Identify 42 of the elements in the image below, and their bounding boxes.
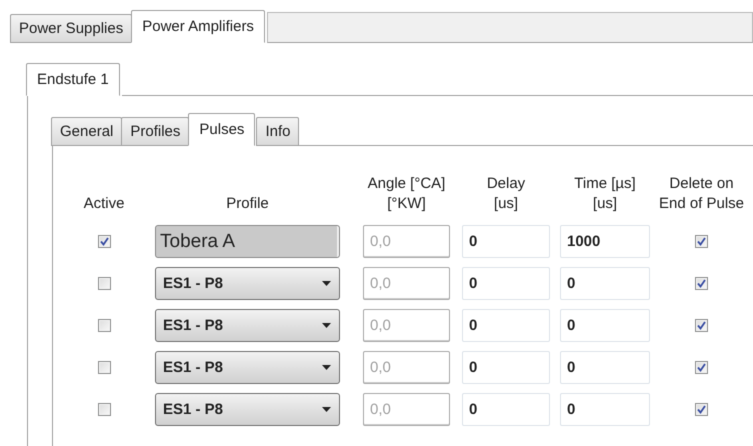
- delay-field[interactable]: 0: [462, 393, 550, 426]
- column-header: Angle [°CA] [°KW]: [366, 174, 446, 214]
- delay-field[interactable]: 0: [462, 309, 550, 342]
- time-field[interactable]: 0: [560, 267, 650, 300]
- caret-icon: [322, 365, 331, 370]
- column-header: Active: [82, 194, 126, 214]
- tab[interactable]: Info: [256, 117, 300, 146]
- checkbox[interactable]: [98, 277, 110, 290]
- tab[interactable]: Power Supplies: [10, 14, 132, 43]
- checkbox[interactable]: [98, 235, 110, 248]
- column-header: Delete on End of Pulse: [658, 174, 746, 214]
- caret-icon: [322, 281, 331, 286]
- column-header: Delay [us]: [486, 174, 526, 214]
- checkbox[interactable]: [98, 361, 110, 374]
- profile-dropdown[interactable]: ES1 - P8: [155, 267, 340, 300]
- checkbox[interactable]: [695, 361, 708, 374]
- caret-icon: [322, 323, 331, 328]
- tab[interactable]: Profiles: [121, 117, 190, 146]
- checkbox[interactable]: [695, 235, 708, 248]
- delay-field[interactable]: 0: [462, 225, 550, 258]
- delay-field[interactable]: 0: [462, 351, 550, 384]
- checkbox[interactable]: [695, 403, 708, 416]
- tab[interactable]: Endstufe 1: [26, 63, 120, 96]
- checkbox[interactable]: [695, 319, 708, 332]
- tab[interactable]: Pulses: [188, 113, 256, 146]
- column-header: Time [µs] [us]: [573, 174, 637, 214]
- delay-field[interactable]: 0: [462, 267, 550, 300]
- tab[interactable]: Power Amplifiers: [131, 10, 265, 43]
- profile-button[interactable]: Tobera A: [155, 225, 340, 258]
- profile-dropdown[interactable]: ES1 - P8: [155, 393, 340, 426]
- time-field[interactable]: 1000: [560, 225, 650, 258]
- time-field[interactable]: 0: [560, 351, 650, 384]
- column-header: Profile: [225, 194, 270, 214]
- checkbox[interactable]: [98, 319, 110, 332]
- time-field[interactable]: 0: [560, 393, 650, 426]
- caret-icon: [322, 407, 331, 412]
- checkbox[interactable]: [695, 277, 708, 290]
- profile-dropdown[interactable]: ES1 - P8: [155, 309, 340, 342]
- profile-dropdown[interactable]: ES1 - P8: [155, 351, 340, 384]
- time-field[interactable]: 0: [560, 309, 650, 342]
- tab[interactable]: General: [51, 117, 122, 146]
- checkbox[interactable]: [98, 403, 110, 416]
